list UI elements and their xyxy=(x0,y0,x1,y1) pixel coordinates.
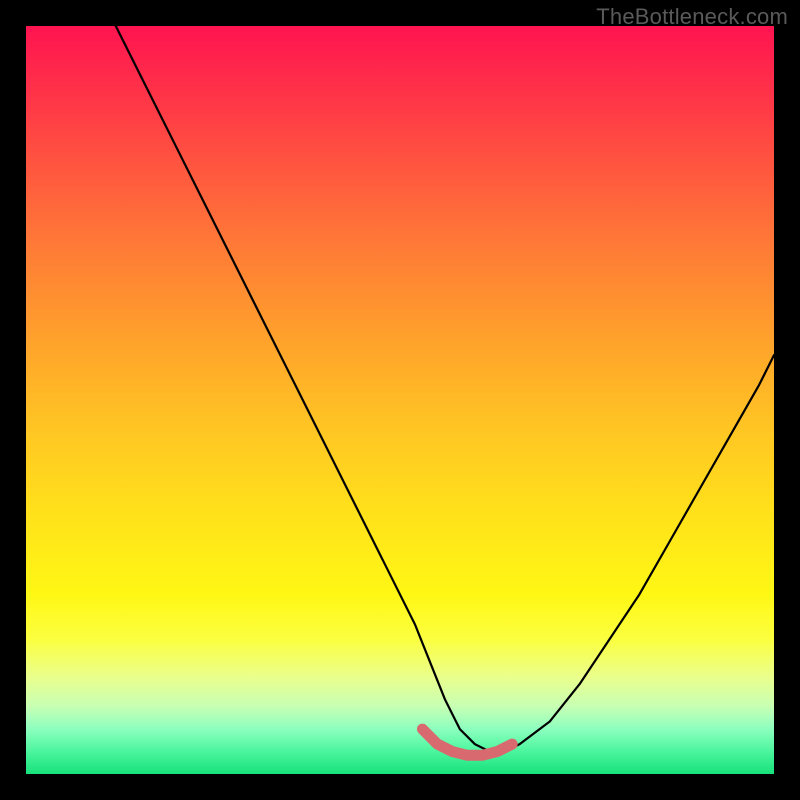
watermark-text: TheBottleneck.com xyxy=(596,4,788,30)
plot-area xyxy=(26,26,774,774)
optimal-band-path xyxy=(422,729,512,755)
bottleneck-curve-path xyxy=(116,26,774,752)
chart-frame: TheBottleneck.com xyxy=(0,0,800,800)
curve-svg xyxy=(26,26,774,774)
